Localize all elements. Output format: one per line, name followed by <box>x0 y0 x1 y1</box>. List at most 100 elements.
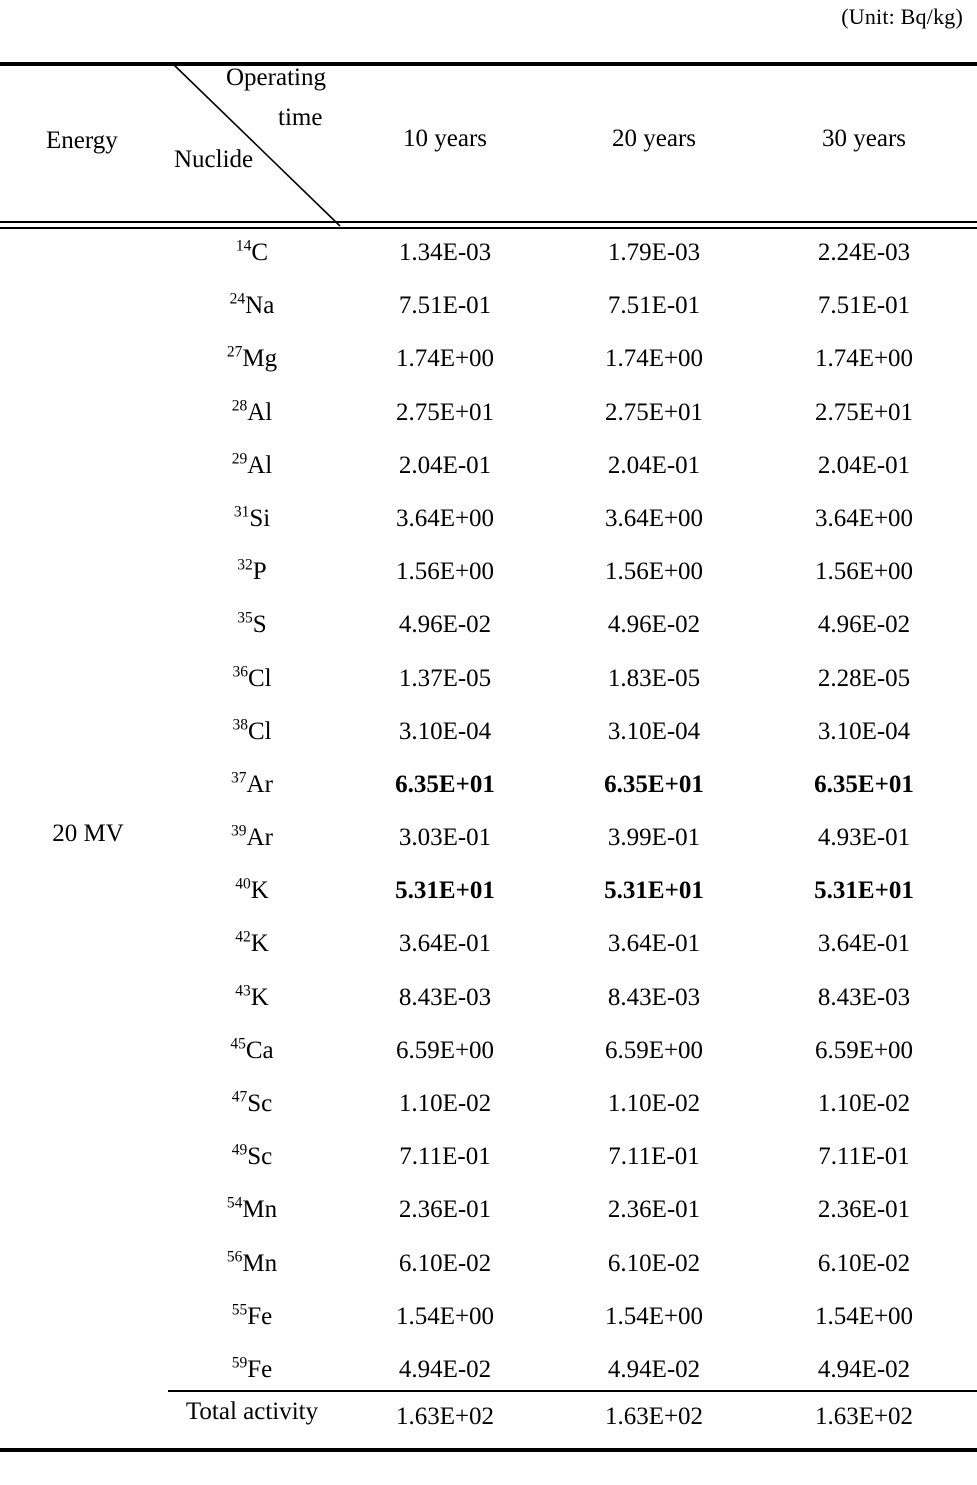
element-symbol: S <box>252 611 267 639</box>
table-row: 56Mn 6.10E-02 6.10E-02 6.10E-02 <box>0 1245 977 1298</box>
element-symbol: Ca <box>245 1036 274 1064</box>
element-symbol: Mn <box>242 1249 278 1277</box>
activity-value: 7.11E-01 <box>399 1143 491 1171</box>
activity-value: 1.34E-03 <box>398 239 492 266</box>
activity-value: 4.94E-02 <box>607 1355 701 1383</box>
element-symbol: Al <box>247 398 273 426</box>
mass-number: 39 <box>231 822 247 840</box>
nuclide-label: 37Ar <box>168 766 336 804</box>
nuclide-label: 43K <box>168 979 336 1017</box>
nuclide-label: 39Ar <box>168 819 336 857</box>
table-row: 31Si 3.64E+00 3.64E+00 3.64E+00 <box>0 500 977 553</box>
mass-number: 35 <box>237 609 253 627</box>
activity-value: 2.04E-01 <box>607 451 701 479</box>
activity-value: 7.51E-01 <box>398 292 492 320</box>
nuclide-label: 55Fe <box>168 1298 336 1336</box>
activity-value: 7.11E-01 <box>818 1143 910 1171</box>
nuclide-label: 35S <box>168 606 336 644</box>
activity-value: 8.43E-03 <box>398 983 492 1011</box>
nuclide-label: 49Sc <box>168 1138 336 1176</box>
mass-number: 43 <box>235 982 251 1000</box>
mass-number: 38 <box>232 716 248 734</box>
activity-value: 2.75E+01 <box>604 398 704 426</box>
element-symbol: Mg <box>242 345 278 373</box>
activity-value: 5.31E+01 <box>395 877 495 905</box>
mass-number: 45 <box>230 1035 246 1053</box>
mass-number: 14 <box>235 237 252 255</box>
activity-value: 3.10E-04 <box>398 717 492 745</box>
activity-value: 4.93E-01 <box>817 824 911 852</box>
activity-value: 4.96E-02 <box>607 611 701 639</box>
element-symbol: Sc <box>247 1090 273 1117</box>
nuclide-label: 29Al <box>168 447 336 485</box>
activity-value: 4.94E-02 <box>817 1355 911 1383</box>
activity-value: 3.03E-01 <box>398 824 492 852</box>
activity-value: 7.51E-01 <box>607 292 701 320</box>
activity-value: 2.36E-01 <box>398 1196 492 1224</box>
activity-value: 6.35E+01 <box>395 770 495 798</box>
nuclide-label: 24Na <box>168 287 336 325</box>
column-header-20-years: 20 years <box>612 125 696 152</box>
nuclide-label: 36Cl <box>168 660 336 698</box>
activity-value: 1.56E+00 <box>395 558 495 586</box>
mass-number: 54 <box>226 1195 243 1213</box>
activity-value: 3.64E+00 <box>814 504 914 532</box>
nuclide-label: 31Si <box>168 500 336 538</box>
activity-value: 2.04E-01 <box>398 451 492 479</box>
activity-value: 6.59E+00 <box>604 1036 704 1064</box>
unit-caption: (Unit: Bq/kg) <box>841 4 963 29</box>
element-symbol: Cl <box>247 664 272 692</box>
mass-number: 40 <box>235 875 251 893</box>
table-row: 27Mg 1.74E+00 1.74E+00 1.74E+00 <box>0 340 977 393</box>
column-header-30-years: 30 years <box>822 125 906 152</box>
element-symbol: Fe <box>247 1355 273 1383</box>
activity-value: 6.10E-02 <box>817 1249 911 1277</box>
element-symbol: Cl <box>247 717 272 745</box>
element-symbol: P <box>252 558 267 586</box>
table-row: 55Fe 1.54E+00 1.54E+00 1.54E+00 <box>0 1298 977 1351</box>
activity-value: 4.96E-02 <box>817 611 911 639</box>
mass-number: 36 <box>232 663 248 681</box>
element-symbol: K <box>250 877 269 905</box>
table-row: 35S 4.96E-02 4.96E-02 4.96E-02 <box>0 606 977 659</box>
mass-number: 49 <box>231 1141 248 1159</box>
table-bottom-rule <box>0 1448 977 1452</box>
element-symbol: K <box>250 983 269 1011</box>
nuclide-label: 32P <box>168 553 336 591</box>
table-row: 24Na 7.51E-01 7.51E-01 7.51E-01 <box>0 287 977 340</box>
activity-value: 3.64E+00 <box>604 504 704 532</box>
activity-value: 1.10E-02 <box>817 1090 911 1117</box>
table-page: (Unit: Bq/kg) Energy Operating time Nucl… <box>0 0 977 1485</box>
header-operating-label: Operating <box>226 64 326 91</box>
mass-number: 32 <box>237 556 253 574</box>
table-row: 49Sc 7.11E-01 7.11E-01 7.11E-01 <box>0 1138 977 1191</box>
activity-value: 2.75E+01 <box>814 398 914 426</box>
activity-value: 2.04E-01 <box>817 451 911 479</box>
activity-value: 8.43E-03 <box>817 983 911 1011</box>
total-separator-rule <box>168 1390 977 1392</box>
header-rule-upper <box>0 221 977 223</box>
activity-value: 6.59E+00 <box>814 1036 914 1064</box>
activity-value: 6.10E-02 <box>607 1249 701 1277</box>
element-symbol: Si <box>249 504 271 532</box>
activity-value: 5.31E+01 <box>604 877 704 905</box>
mass-number: 47 <box>231 1088 248 1106</box>
activity-value: 3.64E+00 <box>395 504 495 532</box>
nuclide-label: 42K <box>168 925 336 963</box>
total-value-10-years: 1.63E+02 <box>395 1403 495 1430</box>
nuclide-label: 59Fe <box>168 1351 336 1389</box>
mass-number: 27 <box>226 344 243 362</box>
table-row: 47Sc 1.10E-02 1.10E-02 1.10E-02 <box>0 1085 977 1138</box>
mass-number: 28 <box>231 397 248 415</box>
nuclide-label: 56Mn <box>168 1245 336 1283</box>
activity-value: 3.64E-01 <box>817 930 911 958</box>
activity-value: 2.24E-03 <box>817 239 911 266</box>
element-symbol: Ar <box>246 770 273 798</box>
element-symbol: C <box>251 239 269 266</box>
nuclide-label: 40K <box>168 872 336 910</box>
element-symbol: Fe <box>247 1302 273 1330</box>
activity-value: 2.36E-01 <box>607 1196 701 1224</box>
activity-value: 2.28E-05 <box>817 664 911 692</box>
total-value-30-years: 1.63E+02 <box>814 1403 914 1430</box>
activity-value: 1.37E-05 <box>398 664 492 692</box>
